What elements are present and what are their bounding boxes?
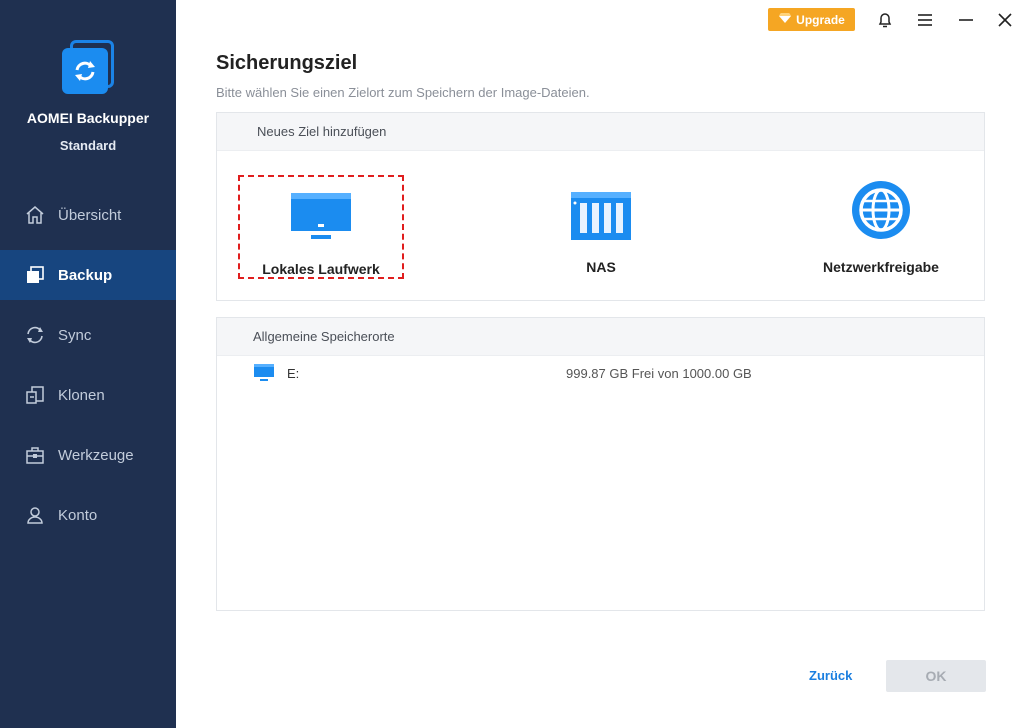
ok-button[interactable]: OK [886,660,986,692]
app-window: AOMEI Backupper Standard Übersicht Backu… [0,0,1027,728]
globe-icon [850,181,912,241]
sidebar-item-sync[interactable]: Sync [0,310,176,360]
target-local-drive[interactable]: Lokales Laufwerk [238,175,404,279]
sidebar-nav: Übersicht Backup Sync Klonen Werkzeuge K… [0,190,176,550]
sidebar-item-label: Übersicht [58,206,122,224]
new-target-header: Neues Ziel hinzufügen [217,113,984,151]
drive-icon [253,363,275,383]
sidebar-item-tools[interactable]: Werkzeuge [0,430,176,480]
app-edition: Standard [59,138,117,153]
location-name: E: [287,365,300,381]
app-logo-icon [62,40,118,96]
upgrade-button[interactable]: Upgrade [768,8,855,31]
bell-icon[interactable] [873,8,897,32]
sync-icon [24,324,46,346]
page-subtitle: Bitte wählen Sie einen Zielort zum Speic… [216,85,590,100]
new-target-panel: Neues Ziel hinzufügen Lokales Laufwerk N… [216,112,985,301]
target-network-share[interactable]: Netzwerkfreigabe [798,175,964,279]
sidebar: AOMEI Backupper Standard Übersicht Backu… [0,0,176,728]
upgrade-label: Upgrade [796,12,845,27]
target-label: NAS [586,259,616,275]
sidebar-item-backup[interactable]: Backup [0,250,176,300]
close-icon[interactable] [993,8,1017,32]
toolbox-icon [24,444,46,466]
clone-icon [24,384,46,406]
common-locations-panel: Allgemeine Speicherorte E: 999.87 GB Fre… [216,317,985,611]
common-locations-header: Allgemeine Speicherorte [217,318,984,356]
minimize-icon[interactable] [954,8,978,32]
app-name: AOMEI Backupper [26,110,150,126]
sidebar-item-label: Konto [58,506,98,524]
target-label: Lokales Laufwerk [262,261,380,277]
target-options: Lokales Laufwerk NAS Netzwerkfreigabe [217,151,984,301]
sidebar-item-label: Backup [58,266,113,284]
nas-icon [570,185,632,241]
home-icon [24,204,46,226]
location-row[interactable]: E: 999.87 GB Frei von 1000.00 GB [253,362,953,384]
sidebar-item-account[interactable]: Konto [0,490,176,540]
sidebar-item-label: Sync [58,326,92,344]
target-nas[interactable]: NAS [518,175,684,279]
location-free-space: 999.87 GB Frei von 1000.00 GB [566,365,752,381]
sidebar-item-clone[interactable]: Klonen [0,370,176,420]
monitor-icon [289,187,353,243]
menu-icon[interactable] [913,8,937,32]
back-button[interactable]: Zurück [809,668,852,683]
backup-icon [24,264,46,286]
diamond-icon [778,12,792,27]
sidebar-item-label: Klonen [58,386,105,404]
user-icon [24,504,46,526]
target-label: Netzwerkfreigabe [823,259,939,275]
page-title: Sicherungsziel [216,52,358,74]
sidebar-item-label: Werkzeuge [58,446,134,464]
sidebar-item-overview[interactable]: Übersicht [0,190,176,240]
main-content: Upgrade Sicherungsziel Bitte wählen Sie … [176,0,1027,728]
